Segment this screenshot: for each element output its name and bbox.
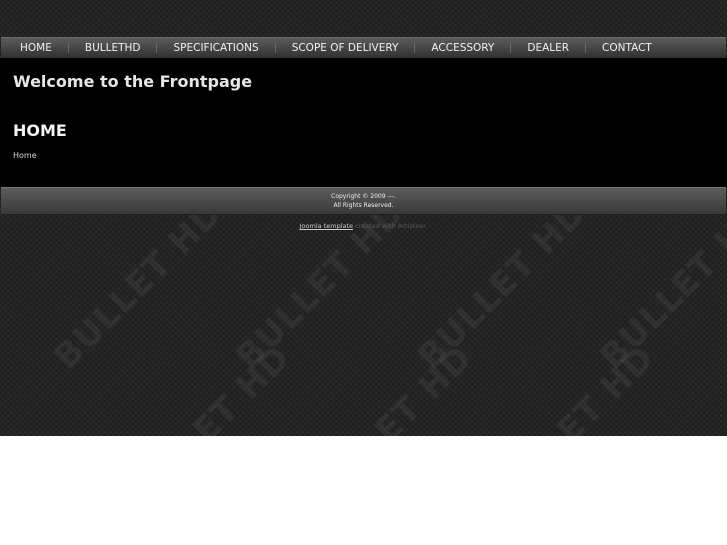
- nav-divider: [414, 43, 416, 53]
- page-title: HOME: [13, 121, 67, 140]
- rights-text: All Rights Reserved.: [333, 202, 394, 209]
- nav-divider: [274, 43, 276, 53]
- nav-bullethd[interactable]: BULLETHD: [85, 38, 141, 58]
- watermark-logo: BULLET HD: [592, 192, 727, 378]
- watermark-logo: BULLET HD: [114, 337, 299, 436]
- watermark-logo: BULLET HD: [410, 192, 595, 378]
- footer-bar: Copyright © 2009 ---. All Rights Reserve…: [1, 187, 726, 215]
- copyright-text: Copyright © 2009 ---.: [331, 193, 396, 200]
- nav-divider: [156, 43, 158, 53]
- watermark-logo: BULLET HD: [296, 337, 481, 436]
- nav-scope-of-delivery[interactable]: SCOPE OF DELIVERY: [292, 38, 399, 58]
- nav-divider: [510, 43, 512, 53]
- nav-divider: [585, 43, 587, 53]
- nav-accessory[interactable]: ACCESSORY: [431, 38, 494, 58]
- created-with-text: created with Artisteer.: [353, 222, 428, 230]
- nav-contact[interactable]: CONTACT: [602, 38, 652, 58]
- nav-specifications[interactable]: SPECIFICATIONS: [173, 38, 258, 58]
- patterned-background: BULLET HD BULLET HD BULLET HD BULLET HD …: [0, 0, 727, 436]
- watermark-logo: BULLET HD: [478, 337, 663, 436]
- watermark-logo: BULLET HD: [228, 192, 413, 378]
- watermark-logo: BULLET HD: [660, 338, 727, 436]
- welcome-heading: Welcome to the Frontpage: [13, 72, 253, 91]
- watermark-logo: BULLET HD: [46, 192, 231, 378]
- main-content: Welcome to the Frontpage HOME Home: [0, 58, 727, 188]
- template-credit: Joomla template created with Artisteer.: [0, 222, 727, 230]
- main-navigation: HOME BULLETHD SPECIFICATIONS SCOPE OF DE…: [1, 37, 726, 59]
- nav-divider: [67, 43, 69, 53]
- breadcrumb-home: Home: [13, 151, 37, 160]
- nav-home[interactable]: HOME: [20, 38, 52, 58]
- nav-dealer[interactable]: DEALER: [527, 38, 569, 58]
- joomla-template-link[interactable]: Joomla template: [300, 222, 353, 230]
- page: BULLET HD BULLET HD BULLET HD BULLET HD …: [0, 0, 727, 545]
